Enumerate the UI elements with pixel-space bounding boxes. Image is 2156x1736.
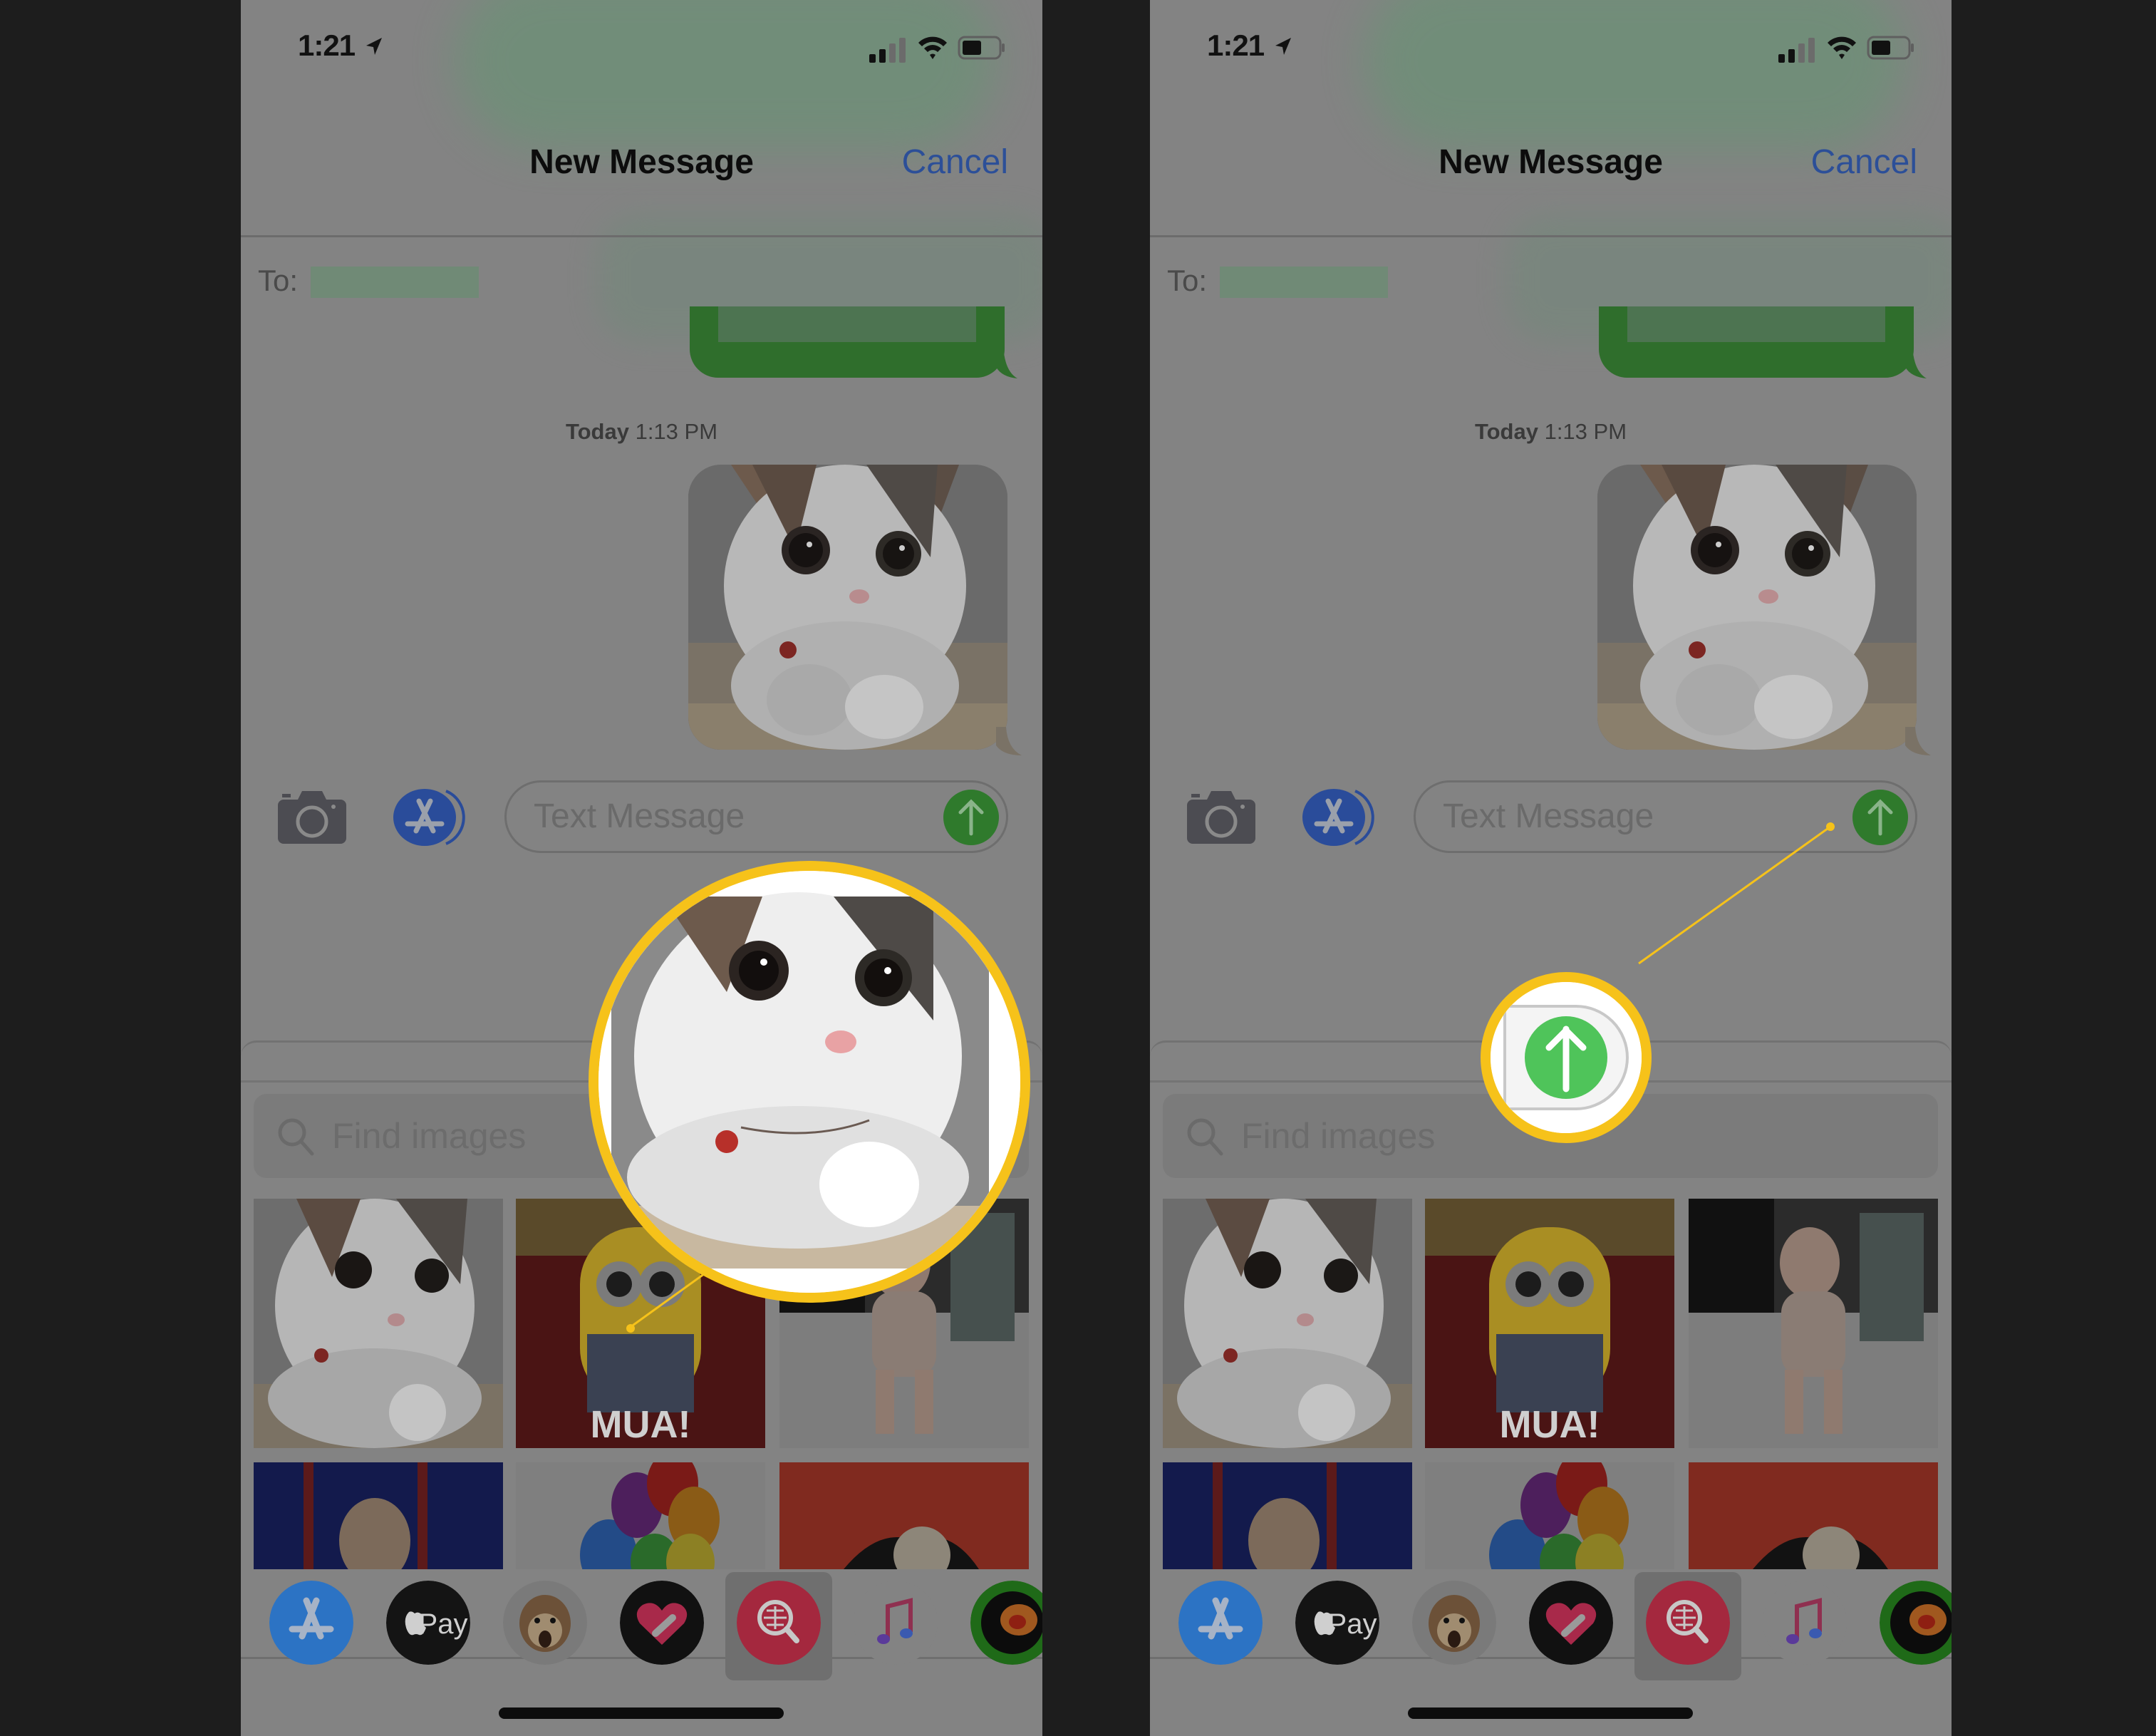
magnified-cat-image: [598, 871, 1020, 1293]
callout-anchor-dot: [626, 1324, 635, 1333]
magnified-callout-cat-gif: [589, 861, 1030, 1303]
callout-anchor-dot: [1826, 822, 1835, 831]
magnified-send-button: [1491, 982, 1642, 1133]
callout-connectors: [626, 822, 1835, 1333]
callout-connector-line: [1638, 825, 1831, 965]
magnified-callout-send-button: [1481, 972, 1652, 1143]
